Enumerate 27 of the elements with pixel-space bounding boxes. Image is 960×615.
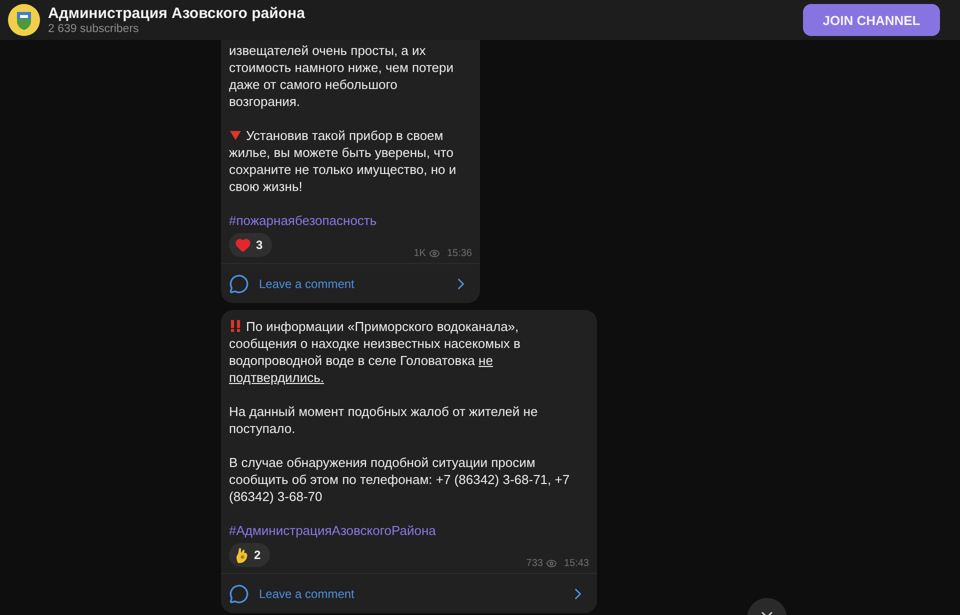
comment-icon: [229, 274, 249, 294]
hashtag-link[interactable]: #АдминистрацияАзовскогоРайона: [229, 522, 436, 539]
leave-comment-button[interactable]: Leave a comment: [221, 263, 480, 303]
hand-icon: [235, 546, 249, 564]
message-time: 15:36: [446, 248, 472, 259]
message-text: На данный момент подобных жалоб от жителей не поступало.: [229, 403, 539, 437]
message-time: 15:43: [564, 558, 589, 569]
channel-avatar: [8, 4, 40, 36]
subscriber-count: 2 639 subscribers: [48, 23, 140, 35]
reaction-button[interactable]: 2: [229, 543, 270, 567]
view-count: 1K: [414, 248, 426, 259]
triangle-icon: [229, 129, 242, 141]
message-text: Установив такой прибор в своем жилье, вы можете быть уверены, что сохраните не только имущество, но и свою жизнь!: [229, 127, 458, 195]
join-channel-button[interactable]: JOIN CHANNEL: [803, 4, 940, 36]
exclamation-icon: [229, 320, 242, 332]
leave-comment-button[interactable]: Leave a comment: [221, 573, 597, 613]
comment-icon: [229, 584, 249, 604]
hashtag-link[interactable]: #пожарнаябезопасность: [229, 212, 377, 229]
view-count: 733: [526, 558, 543, 569]
message-text: По информации «Приморского водоканала», сообщения о находке неизвестных насекомых в водопроводной воде в селе Головатовка не подтвердились.: [229, 318, 522, 386]
eye-icon: [428, 248, 440, 259]
message-text: В случае обнаружения подобной ситуации просим сообщить об этом по телефонам: +7 (86342) 3-68-71, +7 (86342) 3-68-70: [229, 454, 571, 505]
message-text: извещателей очень просты, а их стоимость намного ниже, чем потери даже от самого небольшого возгорания.: [229, 42, 455, 110]
reaction-button[interactable]: 3: [229, 233, 272, 257]
heart-icon: [235, 237, 251, 253]
eye-icon: [546, 558, 557, 569]
channel-name: Администрация Азовского района: [48, 5, 306, 22]
